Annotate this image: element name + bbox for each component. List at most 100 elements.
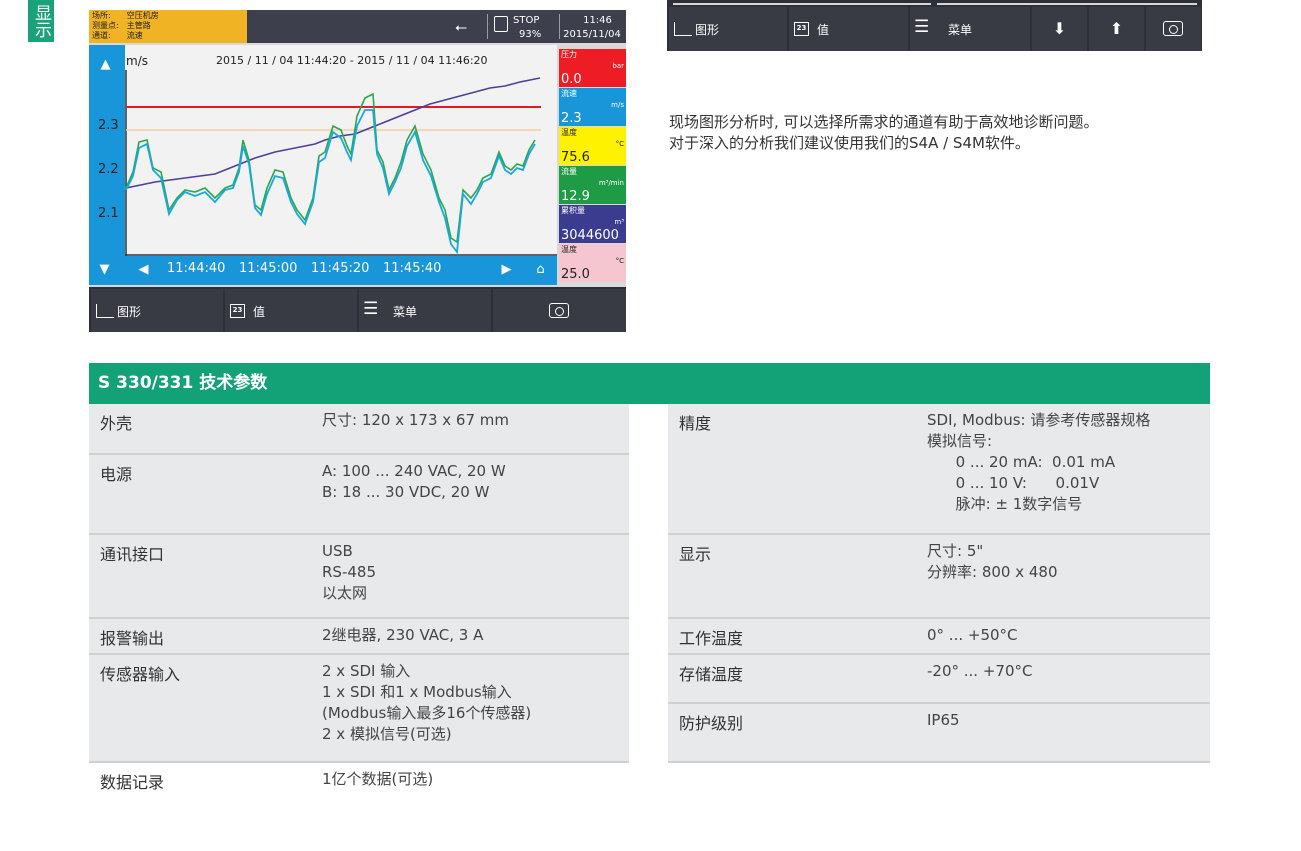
arrow-down-button[interactable]: ⬇ [1032,7,1087,51]
x-tick-label: 11:44:40 [167,261,226,276]
spec-table-title: S 330/331 技术参数 [89,363,1210,404]
spec-label: 工作温度 [679,629,744,648]
spec-value: IP65 [927,711,960,729]
time-range-label: 2015 / 11 / 04 11:44:20 - 2015 / 11 / 04… [216,54,488,67]
chart-icon [674,22,692,36]
spec-value: SDI, Modbus: 请参考传感器规格 模拟信号: 0 ... 20 mA:… [927,411,1151,513]
menu-button-label: 菜单 [393,305,418,319]
channel-box[interactable]: 温度 °C 25.0 [559,244,626,282]
spec-label: 电源 [100,465,133,484]
channel-name: 温度 [561,245,577,254]
scroll-up-button[interactable]: ▲ [92,51,119,78]
spec-value: 2继电器, 230 VAC, 3 A [322,626,484,644]
graph-button-label: 图形 [117,305,142,319]
spec-label: 报警输出 [100,629,165,648]
channel-value: 3044600 [561,228,619,243]
location-line: 通道: 流速 [92,31,143,40]
spec-value: 1亿个数据(可选) [322,770,434,788]
y-unit-label: m/s [126,54,148,68]
spec-value: -20° ... +70°C [927,662,1033,680]
device-screen: 场所: 空压机房 测量点: 主管路 通道: 流速 ⭠ STOP 93% 11:4… [89,10,626,332]
location-line: 测量点: 主管路 [92,21,151,30]
usb-icon: ⭠ [455,18,468,36]
menu-button[interactable]: ☰ 菜单 [910,7,1030,51]
spec-label: 显示 [679,545,712,564]
spec-value: 2 x SDI 输入 1 x SDI 和1 x Modbus输入 (Modbus… [322,662,532,743]
spec-value: 0° ... +50°C [927,626,1018,644]
spec-row: 精度 SDI, Modbus: 请参考传感器规格 模拟信号: 0 ... 20 m… [668,404,1210,533]
spec-label: 精度 [679,414,712,433]
graph-button[interactable]: 图形 [669,7,787,51]
channel-name: 温度 [561,128,577,137]
values-button[interactable]: 23 值 [789,7,908,51]
arrow-up-icon: ⬆ [1109,19,1124,38]
time-forward-button[interactable]: ▶ [493,256,520,283]
spec-label: 防护级别 [679,714,744,733]
y-tick-label: 2.1 [98,206,119,221]
toolbar-preview: 图形 23 值 ☰ 菜单 ⬇ ⬆ [667,0,1202,51]
screenshot-button[interactable] [1146,7,1201,51]
spec-value: USB RS-485 以太网 [322,542,376,602]
channel-unit: m³ [614,218,624,226]
description-line: 对于深入的分析我们建议使用我们的S4A / S4M软件。 [669,134,1030,152]
description-line: 现场图形分析时, 可以选择所需求的通道有助于高效地诊断问题。 [669,113,1099,131]
spec-label: 传感器输入 [100,665,181,684]
screenshot-button[interactable] [493,289,626,332]
menu-button-label: 菜单 [948,23,973,37]
clock-time: 11:46 [583,15,612,26]
spec-value: 尺寸: 5" 分辨率: 800 x 480 [927,542,1058,581]
location-line: 场所: 空压机房 [92,11,159,20]
green-trend-line [125,92,536,244]
values-button[interactable]: 23 值 [225,289,357,332]
row-divider [668,761,1210,763]
spec-row: 数据记录 1亿个数据(可选) [89,763,629,799]
spec-row: 防护级别 IP65 [668,704,1210,761]
logger-icon [494,16,508,32]
channel-name: 压力 [561,50,577,59]
channel-unit: m³/min [598,179,624,187]
spec-row: 工作温度 0° ... +50°C [668,619,1210,653]
channel-unit: m/s [611,101,624,109]
channel-unit: °C [615,257,624,265]
spec-row: 外壳 尺寸: 120 x 173 x 67 mm [89,404,629,453]
x-tick-label: 11:45:20 [311,261,370,276]
channel-name: 累积量 [561,206,585,215]
channel-value: 75.6 [561,150,590,165]
home-button[interactable]: ⌂ [527,256,554,283]
spec-label: 外壳 [100,414,133,433]
arrow-up-button[interactable]: ⬆ [1089,7,1144,51]
x-tick-label: 11:45:00 [239,261,298,276]
description-text: 现场图形分析时, 可以选择所需求的通道有助于高效地诊断问题。 对于深入的分析我们… [669,112,1269,154]
toolbar-edge [673,3,931,5]
toolbar-edge [937,3,1197,5]
scroll-down-button[interactable]: ▼ [91,256,118,283]
values-button-label: 值 [817,23,830,37]
graph-button-label: 图形 [695,23,720,37]
arrow-down-icon: ⬇ [1052,19,1067,38]
channel-value: 25.0 [561,267,590,282]
calendar-icon: 23 [794,22,809,36]
status-divider [487,14,488,39]
clock-date: 2015/11/04 [563,29,621,40]
list-icon: ☰ [914,17,930,37]
channel-unit: bar [612,62,624,70]
channel-box[interactable]: 流量 m³/min 12.9 [559,166,626,204]
channel-box[interactable]: 压力 bar 0.0 [559,49,626,87]
list-icon: ☰ [363,299,379,319]
location-info: 场所: 空压机房 测量点: 主管路 通道: 流速 [89,10,247,43]
time-back-button[interactable]: ◀ [130,256,157,283]
channel-box[interactable]: 累积量 m³ 3044600 [559,205,626,243]
cyan-trend-line [125,109,536,255]
channel-value: 12.9 [561,189,590,204]
x-tick-label: 11:45:40 [383,261,442,276]
graph-button[interactable]: 图形 [91,289,223,332]
channel-box[interactable]: 流速 m/s 2.3 [559,88,626,126]
channel-box[interactable]: 温度 °C 75.6 [559,127,626,165]
channel-value: 2.3 [561,111,582,126]
channel-name: 流量 [561,167,577,176]
spec-row: 存储温度 -20° ... +70°C [668,655,1210,702]
y-tick-label: 2.3 [98,118,119,133]
camera-icon [1163,21,1183,36]
menu-button[interactable]: ☰ 菜单 [359,289,491,332]
spec-value: A: 100 ... 240 VAC, 20 W B: 18 ... 30 VD… [322,462,506,501]
